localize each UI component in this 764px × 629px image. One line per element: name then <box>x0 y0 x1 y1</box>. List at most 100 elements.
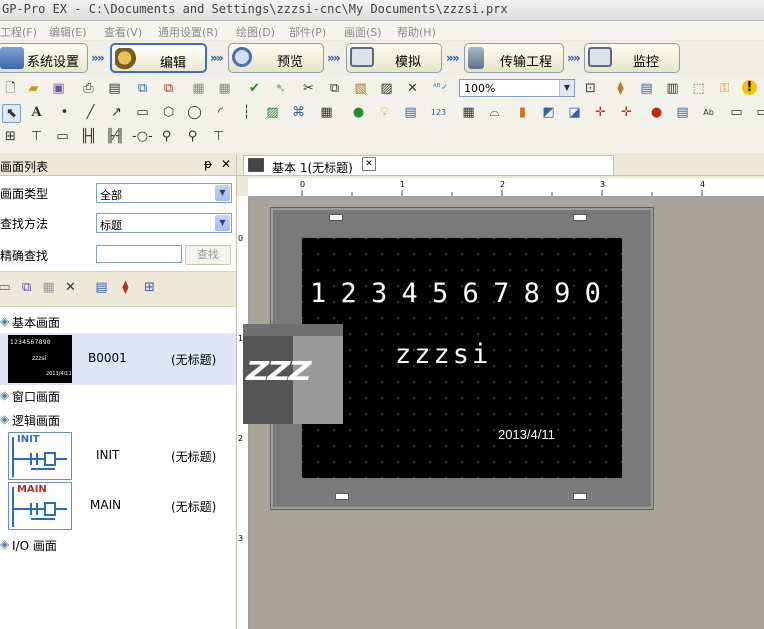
screen-close-icon[interactable]: ▦ <box>216 80 233 97</box>
transfer-project-button[interactable]: 传输工程 <box>464 43 564 73</box>
lamp-icon[interactable]: ● <box>350 104 367 121</box>
preview-button[interactable]: 预览 <box>228 43 324 73</box>
copy-screen-icon[interactable]: ⧉ <box>18 279 35 296</box>
menu-view[interactable]: 查看(V) <box>104 24 142 40</box>
polyline-tool-icon[interactable]: ↗ <box>108 104 125 121</box>
pin-icon[interactable]: ᵽ <box>204 157 212 171</box>
alarm-icon[interactable]: ● <box>648 104 665 121</box>
list-item-base-screen[interactable]: 1234567890 zzzsi 2013/4/11 B0001 (无标题) <box>0 333 236 385</box>
monitor-button[interactable]: 监控 <box>584 43 680 73</box>
spell-check-icon[interactable]: ᴬᴮ✓ <box>432 80 449 97</box>
rung-insert-icon[interactable]: ⊤ <box>210 128 227 145</box>
list-item-logic-init[interactable]: INIT INIT (无标题) <box>0 431 236 481</box>
menu-help[interactable]: 帮助(H) <box>397 24 436 40</box>
resize-handle[interactable] <box>335 493 349 500</box>
menu-parts[interactable]: 部件(P) <box>289 24 326 40</box>
output-coil-icon[interactable]: -○- <box>132 128 153 145</box>
open-folder-icon[interactable]: ▰ <box>25 80 42 97</box>
table-tool-icon[interactable]: ▦ <box>318 104 335 121</box>
exact-search-input[interactable] <box>96 245 182 263</box>
close-icon[interactable]: ✕ <box>362 157 376 171</box>
group-tool-icon[interactable]: ⌘ <box>290 104 307 121</box>
line-graph-icon[interactable]: ◪ <box>566 104 583 121</box>
cut-icon[interactable]: ✂ <box>300 80 317 97</box>
delete-icon[interactable]: ✕ <box>404 80 421 97</box>
polygon-tool-icon[interactable]: ⬡ <box>160 104 177 121</box>
bar-chart-icon[interactable]: ▮ <box>514 104 531 121</box>
resize-handle[interactable] <box>573 493 587 500</box>
new-file-icon[interactable]: 🗋 <box>2 80 19 97</box>
arc-tool-icon[interactable]: ◜ <box>212 104 229 121</box>
save-icon[interactable]: ▣ <box>50 80 67 97</box>
screen-type-select[interactable]: 全部 ▼ <box>96 183 232 203</box>
keypad-icon[interactable]: ▦ <box>460 104 477 121</box>
menu-project[interactable]: 工程(F) <box>0 24 37 40</box>
editor-canvas[interactable]: 1 2 3 4 5 6 7 8 9 0 zzzsi 2013/4/11 ZZZ <box>243 197 764 629</box>
ladder-box-icon[interactable]: ▭ <box>54 128 71 145</box>
paste-screen-icon[interactable]: ▦ <box>40 279 57 296</box>
more-icon[interactable]: ▭ <box>754 104 764 121</box>
resize-handle[interactable] <box>329 214 343 221</box>
normally-open-contact-icon[interactable]: ╟╢ <box>80 128 97 145</box>
key-icon[interactable]: ⚿ <box>716 80 733 97</box>
simulation-button[interactable]: 模拟 <box>346 43 442 73</box>
screen-properties-icon[interactable]: ▤ <box>93 279 110 296</box>
copy-icon[interactable]: ⧉ <box>326 80 343 97</box>
digits-text-object[interactable]: 1 2 3 4 5 6 7 8 9 0 <box>310 278 601 309</box>
zoom-select[interactable]: 100% ▼ <box>459 79 575 97</box>
hmi-screen[interactable]: 1 2 3 4 5 6 7 8 9 0 zzzsi 2013/4/11 <box>301 237 623 479</box>
close-icon[interactable]: ✕ <box>221 157 231 171</box>
new-screen-icon[interactable]: ▭ <box>0 279 13 296</box>
fit-screen-icon[interactable]: ⊡ <box>582 80 599 97</box>
menu-draw[interactable]: 绘图(D) <box>236 24 275 40</box>
normally-closed-contact-icon[interactable]: ╟⁄╢ <box>106 128 124 145</box>
dot-tool-icon[interactable]: • <box>56 104 73 121</box>
tag-icon[interactable]: ⬚ <box>690 80 707 97</box>
rectangle-tool-icon[interactable]: ▭ <box>134 104 151 121</box>
data-display-icon[interactable]: ▤ <box>402 104 419 121</box>
paste-icon[interactable]: ▧ <box>352 80 369 97</box>
paste-special-icon[interactable]: ▨ <box>378 80 395 97</box>
window-icon[interactable]: ▭ <box>728 104 745 121</box>
screen-open-icon[interactable]: ▦ <box>190 80 207 97</box>
search-button[interactable]: 查找 <box>185 245 231 265</box>
help-icon[interactable]: ! <box>742 80 757 95</box>
check-icon[interactable]: ✔ <box>246 80 263 97</box>
edit-button[interactable]: 编辑 <box>110 43 207 73</box>
system-settings-button[interactable]: 系统设置 <box>0 43 88 73</box>
screen-import-icon[interactable]: ⊞ <box>141 279 158 296</box>
screen-copy-icon[interactable]: ⧉ <box>160 80 177 97</box>
screen-layout-icon[interactable]: ⧉ <box>134 80 151 97</box>
abc-icon[interactable]: Ab <box>700 104 717 121</box>
ladder-coil-icon[interactable]: ⊤ <box>28 128 45 145</box>
branch-down-icon[interactable]: ⚲ <box>184 128 201 145</box>
date-display-object[interactable]: 2013/4/11 <box>498 427 555 442</box>
delete-screen-icon[interactable]: ✕ <box>62 279 79 296</box>
target-icon[interactable]: ✛ <box>618 104 635 121</box>
select-pointer-icon[interactable]: ⬉ <box>2 104 21 123</box>
image-tool-icon[interactable]: ▨ <box>264 104 281 121</box>
text-tool-icon[interactable]: A <box>28 104 45 121</box>
address-settings-icon[interactable]: ⧫ <box>612 80 629 97</box>
message-icon[interactable]: ⌓ <box>486 104 503 121</box>
print-preview-icon[interactable]: ▤ <box>106 80 123 97</box>
undo-check-icon[interactable]: ➴ <box>272 80 289 97</box>
logo-image-object[interactable]: ZZZ <box>243 324 343 424</box>
tab-base-1[interactable]: 基本 1(无标题) <box>243 155 614 175</box>
scale-tool-icon[interactable]: ┆ <box>238 104 255 121</box>
name-text-object[interactable]: zzzsi <box>395 339 491 370</box>
crosshair-icon[interactable]: ✛ <box>592 104 609 121</box>
recipe-icon[interactable]: ▤ <box>674 104 691 121</box>
ladder-instruction-icon[interactable]: ⊞ <box>2 128 19 145</box>
system-variable-icon[interactable]: ▤ <box>638 80 655 97</box>
device-list-icon[interactable]: ▥ <box>664 80 681 97</box>
menu-edit[interactable]: 编辑(E) <box>49 24 87 40</box>
print-icon[interactable]: ⎙ <box>80 80 97 97</box>
branch-icon[interactable]: ⚲ <box>158 128 175 145</box>
menu-common-settings[interactable]: 通用设置(R) <box>158 24 218 40</box>
search-method-select[interactable]: 标题 ▼ <box>96 213 232 233</box>
list-item-logic-main[interactable]: MAIN MAIN (无标题) <box>0 481 236 531</box>
bulb-icon[interactable]: 💡︎ <box>376 104 393 121</box>
resize-handle[interactable] <box>573 214 587 221</box>
numeric-display-icon[interactable]: 123 <box>430 104 447 121</box>
